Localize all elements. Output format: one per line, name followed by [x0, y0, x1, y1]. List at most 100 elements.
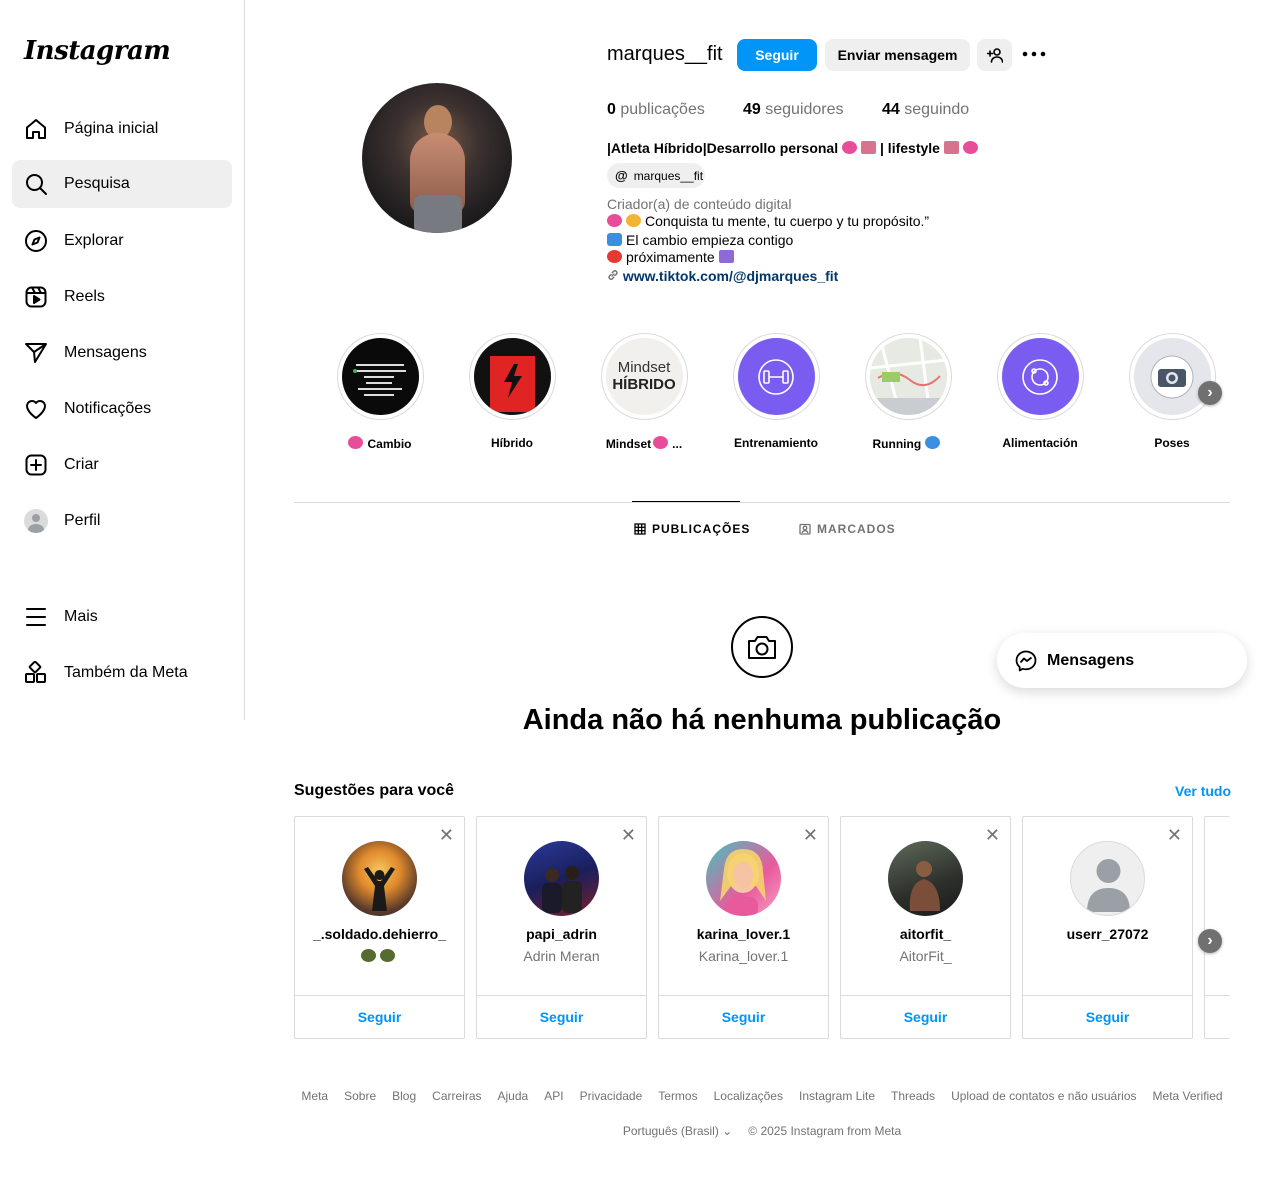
sidebar-item-explore[interactable]: Explorar — [12, 217, 232, 265]
suggestion-card-partial — [1204, 816, 1230, 1039]
repeat-emoji-icon — [607, 233, 622, 246]
highlight-cover — [1133, 338, 1211, 415]
footer-link[interactable]: Sobre — [344, 1089, 376, 1103]
sidebar-item-notifications[interactable]: Notificações — [12, 385, 232, 433]
footer-link[interactable]: Threads — [891, 1089, 935, 1103]
follow-button[interactable]: Seguir — [659, 1009, 828, 1025]
brain-emoji-icon — [607, 214, 622, 227]
follow-button[interactable]: Seguir — [295, 1009, 464, 1025]
sidebar-item-more[interactable]: Mais — [12, 593, 232, 641]
footer-link[interactable]: API — [544, 1089, 563, 1103]
avatar[interactable] — [706, 841, 781, 916]
tab-posts[interactable]: PUBLICAÇÕES — [634, 522, 750, 536]
suggestion-card[interactable]: ✕ papi_adrin Adrin Meran Seguir — [476, 816, 647, 1039]
highlight-alimentacion[interactable]: Alimentación — [985, 333, 1095, 450]
footer-link[interactable]: Instagram Lite — [799, 1089, 875, 1103]
bio-line: El cambio empieza contigo — [607, 232, 793, 248]
profile-username: marques__fit — [607, 43, 723, 65]
profile-avatar[interactable] — [362, 83, 512, 233]
footer-link[interactable]: Termos — [658, 1089, 697, 1103]
highlight-hibrido[interactable]: Híbrido — [457, 333, 567, 450]
sidebar-item-also-from-meta[interactable]: Também da Meta — [12, 649, 232, 697]
sidebar-item-label: Mais — [64, 608, 98, 625]
threads-icon: @ — [615, 168, 628, 183]
sidebar-item-create[interactable]: Criar — [12, 441, 232, 489]
suggestion-username[interactable]: _.soldado.dehierro_ — [295, 926, 464, 942]
chevron-right-icon: › — [1207, 384, 1213, 401]
copyright: © 2025 Instagram from Meta — [748, 1124, 902, 1138]
active-tab-indicator — [632, 501, 740, 502]
link-icon — [608, 270, 618, 280]
avatar[interactable] — [524, 841, 599, 916]
suggestion-card[interactable]: ✕ _.soldado.dehierro_ Seguir — [294, 816, 465, 1039]
card-divider — [841, 995, 1010, 996]
send-message-button[interactable]: Enviar mensagem — [825, 39, 970, 71]
threads-badge[interactable]: @ marques__fit — [607, 163, 705, 188]
suggestion-card[interactable]: ✕ aitorfit_ AitorFit_ Seguir — [840, 816, 1011, 1039]
close-icon[interactable]: ✕ — [1167, 825, 1182, 846]
soon-arrow-emoji-icon — [718, 250, 734, 263]
follow-button[interactable]: Seguir — [737, 39, 817, 71]
followers-count[interactable]: 49 seguidores — [743, 101, 844, 119]
suggestion-subtitle: AitorFit_ — [899, 948, 952, 964]
posts-count: 0 publicações — [607, 101, 705, 118]
compass-icon — [25, 230, 47, 252]
close-icon[interactable]: ✕ — [803, 825, 818, 846]
footer-link[interactable]: Meta Verified — [1153, 1089, 1223, 1103]
tab-tagged[interactable]: MARCADOS — [799, 522, 896, 536]
see-all-link[interactable]: Ver tudo — [1175, 783, 1231, 799]
suggestion-username[interactable]: userr_27072 — [1023, 926, 1192, 942]
sidebar-item-label: Pesquisa — [64, 175, 130, 192]
sidebar: Instagram Página inicial Pesquisa Explor… — [0, 0, 245, 720]
footer-link[interactable]: Ajuda — [498, 1089, 529, 1103]
highlight-entrenamiento[interactable]: Entrenamiento — [721, 333, 831, 450]
close-icon[interactable]: ✕ — [985, 825, 1000, 846]
highlights-next-button[interactable]: › — [1198, 381, 1222, 405]
suggestion-username[interactable]: aitorfit_ — [841, 926, 1010, 942]
suggestion-subtitle: Karina_lover.1 — [698, 948, 789, 964]
sidebar-item-home[interactable]: Página inicial — [12, 105, 232, 153]
highlight-running[interactable]: Running — [853, 333, 963, 451]
highlight-cover — [341, 338, 419, 415]
follow-button[interactable]: Seguir — [1023, 1009, 1192, 1025]
flexed-biceps-emoji-icon — [626, 214, 641, 227]
sidebar-item-messages[interactable]: Mensagens — [12, 329, 232, 377]
footer-bottom: Português (Brasil) ⌄ © 2025 Instagram fr… — [294, 1124, 1230, 1138]
footer-link[interactable]: Localizações — [714, 1089, 783, 1103]
follow-button[interactable]: Seguir — [841, 1009, 1010, 1025]
avatar[interactable] — [1070, 841, 1145, 916]
home-icon — [26, 119, 46, 139]
rocket-emoji-icon — [943, 141, 959, 154]
footer-link[interactable]: Carreiras — [432, 1089, 481, 1103]
suggestion-username[interactable]: papi_adrin — [477, 926, 646, 942]
footer-link[interactable]: Upload de contatos e não usuários — [951, 1089, 1136, 1103]
avatar[interactable] — [342, 841, 417, 916]
sidebar-item-search[interactable]: Pesquisa — [12, 160, 232, 208]
card-divider — [477, 995, 646, 996]
following-count[interactable]: 44 seguindo — [882, 101, 969, 119]
chevron-right-icon: › — [1207, 932, 1213, 949]
footer-link[interactable]: Meta — [301, 1089, 328, 1103]
highlight-cambio[interactable]: Cambio — [325, 333, 435, 451]
sidebar-item-profile[interactable]: Perfil — [12, 497, 232, 545]
footer-link[interactable]: Privacidade — [580, 1089, 643, 1103]
suggest-user-button[interactable] — [977, 39, 1012, 71]
suggestion-card[interactable]: ✕ karina_lover.1 Karina_lover.1 Seguir — [658, 816, 829, 1039]
floating-messages-button[interactable]: Mensagens — [997, 633, 1247, 688]
close-icon[interactable]: ✕ — [439, 825, 454, 846]
suggestions-next-button[interactable]: › — [1198, 929, 1222, 953]
close-icon[interactable]: ✕ — [621, 825, 636, 846]
more-options-button[interactable] — [1022, 46, 1050, 62]
suggestion-card[interactable]: ✕ userr_27072 Seguir — [1022, 816, 1193, 1039]
tabs-divider — [294, 502, 1230, 503]
highlight-mindset[interactable]: Mindset HÍBRIDO Mindset... — [589, 333, 699, 451]
language-select[interactable]: Português (Brasil) ⌄ — [623, 1124, 732, 1138]
footer-link[interactable]: Blog — [392, 1089, 416, 1103]
follow-button[interactable]: Seguir — [477, 1009, 646, 1025]
instagram-logo[interactable]: Instagram — [24, 36, 171, 66]
bio-link[interactable]: www.tiktok.com/@djmarques_fit — [607, 268, 838, 284]
sidebar-item-label: Página inicial — [64, 120, 159, 137]
avatar[interactable] — [888, 841, 963, 916]
suggestion-username[interactable]: karina_lover.1 — [659, 926, 828, 942]
sidebar-item-reels[interactable]: Reels — [12, 273, 232, 321]
